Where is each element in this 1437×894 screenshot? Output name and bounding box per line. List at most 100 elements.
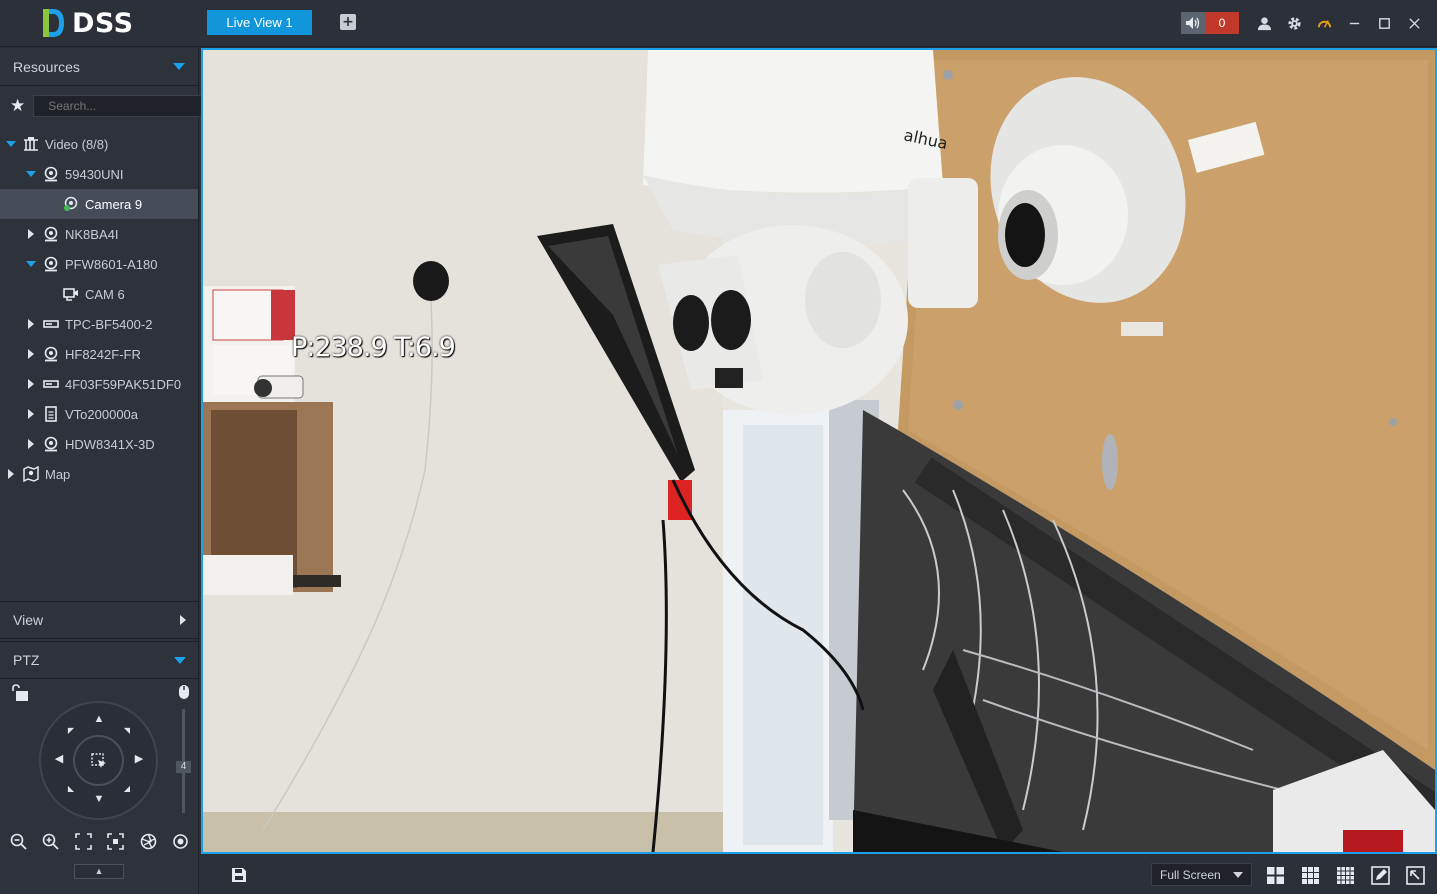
focus-far-icon[interactable]	[73, 831, 93, 851]
save-icon[interactable]	[231, 867, 247, 883]
arrow-up-right-icon[interactable]: ◥	[121, 725, 133, 737]
dss-logo-icon	[43, 9, 64, 37]
expand-toggle[interactable]	[24, 227, 38, 241]
arrow-up-left-icon[interactable]: ◤	[65, 725, 77, 737]
tree-label: Camera 9	[85, 196, 143, 212]
layout-9-icon[interactable]	[1300, 865, 1320, 885]
layout-selector	[1265, 865, 1425, 885]
ptz-speed-value[interactable]: 4	[176, 761, 191, 773]
ptz-toolbar	[0, 829, 199, 853]
chevron-down-icon[interactable]	[174, 656, 186, 664]
search-box[interactable]	[33, 95, 225, 117]
zoom-out-icon[interactable]	[8, 831, 28, 851]
tree-node-tpc-bf5400-2[interactable]: TPC-BF5400-2	[0, 309, 198, 339]
app-name: DSS	[72, 7, 134, 39]
resource-tree: Video (8/8) 59430UNI Camera 9 NK8BA4I PF…	[0, 126, 198, 594]
arrow-down-left-icon[interactable]: ◣	[65, 783, 77, 795]
alarm-indicator[interactable]: 0	[1181, 12, 1239, 34]
expand-toggle[interactable]	[24, 257, 38, 271]
expand-toggle[interactable]	[24, 347, 38, 361]
minimize-icon[interactable]	[1339, 12, 1369, 34]
expand-toggle[interactable]	[24, 407, 38, 421]
ptz-position-osd: P:238.9 T:6.9	[291, 332, 456, 363]
dome-camera-icon	[42, 166, 60, 182]
mouse-icon[interactable]	[177, 684, 191, 700]
tree-label: NK8BA4I	[65, 226, 119, 242]
tree-label: HF8242F-FR	[65, 346, 141, 362]
chevron-down-icon[interactable]	[173, 63, 185, 70]
refresh-rotate-icon[interactable]	[171, 831, 191, 851]
collapse-panel-button[interactable]: ▲	[74, 864, 124, 879]
tree-label: PFW8601-A180	[65, 256, 158, 272]
arrow-right-icon[interactable]: ▶	[133, 753, 145, 765]
tree-label: HDW8341X-3D	[65, 436, 155, 452]
fullscreen-dropdown[interactable]: Full Screen	[1151, 863, 1252, 886]
ptz-direction-pad[interactable]: ▲ ▼ ◀ ▶ ◤ ◥ ◣ ◢	[39, 701, 158, 820]
tree-node-cam-6[interactable]: CAM 6	[0, 279, 198, 309]
focus-near-icon[interactable]	[106, 831, 126, 851]
resources-label: Resources	[13, 58, 80, 75]
add-tab-button[interactable]: +	[340, 14, 356, 30]
iris-icon[interactable]	[138, 831, 158, 851]
tree-node-map[interactable]: Map	[0, 459, 198, 489]
intercom-icon	[42, 406, 60, 422]
tree-node-4f03f59pak51df0[interactable]: 4F03F59PAK51DF0	[0, 369, 198, 399]
unlock-icon[interactable]	[10, 684, 30, 702]
chevron-right-icon[interactable]	[180, 615, 186, 625]
dropdown-arrow-icon	[1233, 871, 1243, 878]
speaker-icon[interactable]	[1181, 12, 1205, 34]
expand-toggle[interactable]	[4, 137, 18, 151]
tree-label: 59430UNI	[65, 166, 124, 182]
expand-toggle[interactable]	[24, 317, 38, 331]
cursor-select-icon	[90, 752, 106, 768]
video-tree-icon	[22, 136, 40, 152]
bottom-toolbar: Full Screen	[201, 856, 1437, 894]
tree-node-vto200000a[interactable]: VTo200000a	[0, 399, 198, 429]
user-icon[interactable]	[1249, 12, 1279, 34]
layout-4-icon[interactable]	[1265, 865, 1285, 885]
tree-label: TPC-BF5400-2	[65, 316, 153, 332]
expand-toggle[interactable]	[24, 437, 38, 451]
expand-toggle[interactable]	[24, 377, 38, 391]
ptz-3d-position-button[interactable]	[73, 735, 124, 786]
settings-gear-icon[interactable]	[1279, 12, 1309, 34]
arrow-down-right-icon[interactable]: ◢	[121, 783, 133, 795]
tree-node-hdw8341x-3d[interactable]: HDW8341X-3D	[0, 429, 198, 459]
nvr-icon	[42, 316, 60, 332]
zoom-in-icon[interactable]	[41, 831, 61, 851]
tab-live-view-1[interactable]: Live View 1	[207, 10, 312, 35]
resources-panel-header[interactable]: Resources	[0, 48, 198, 86]
dome-camera-icon	[42, 436, 60, 452]
nvr-icon	[42, 376, 60, 392]
alarm-count[interactable]: 0	[1205, 12, 1239, 34]
tree-node-camera-9[interactable]: Camera 9	[0, 189, 198, 219]
camera-online-icon	[62, 196, 80, 212]
view-panel-header[interactable]: View	[0, 601, 199, 639]
arrow-up-icon[interactable]: ▲	[93, 713, 105, 725]
close-icon[interactable]	[1399, 12, 1429, 34]
tree-node-pfw8601-a180[interactable]: PFW8601-A180	[0, 249, 198, 279]
favorites-star-icon[interactable]: ★	[10, 96, 25, 116]
tree-node-nk8ba4i[interactable]: NK8BA4I	[0, 219, 198, 249]
tree-label: VTo200000a	[65, 406, 139, 422]
dome-camera-icon	[42, 346, 60, 362]
maximize-icon[interactable]	[1369, 12, 1399, 34]
tree-label: Video (8/8)	[45, 136, 109, 152]
video-window[interactable]: alhua P:238.9 T:6.9	[201, 48, 1437, 854]
expand-toggle[interactable]	[24, 167, 38, 181]
ptz-panel-header[interactable]: PTZ	[0, 641, 199, 679]
arrow-down-icon[interactable]: ▼	[93, 793, 105, 805]
search-row: ★	[0, 86, 225, 126]
tree-node-59430uni[interactable]: 59430UNI	[0, 159, 198, 189]
tree-node-video[interactable]: Video (8/8)	[0, 129, 198, 159]
layout-16-icon[interactable]	[1335, 865, 1355, 885]
custom-layout-edit-icon[interactable]	[1370, 865, 1390, 885]
window-fullscreen-icon[interactable]	[1405, 865, 1425, 885]
arrow-left-icon[interactable]: ◀	[53, 753, 65, 765]
sidebar: Resources ★ Video (8/8) 59430UNI	[0, 48, 225, 894]
search-input[interactable]	[48, 99, 204, 113]
expand-toggle[interactable]	[4, 467, 18, 481]
map-icon	[22, 466, 40, 482]
tree-node-hf8242f-fr[interactable]: HF8242F-FR	[0, 339, 198, 369]
performance-gauge-icon[interactable]	[1309, 12, 1339, 34]
